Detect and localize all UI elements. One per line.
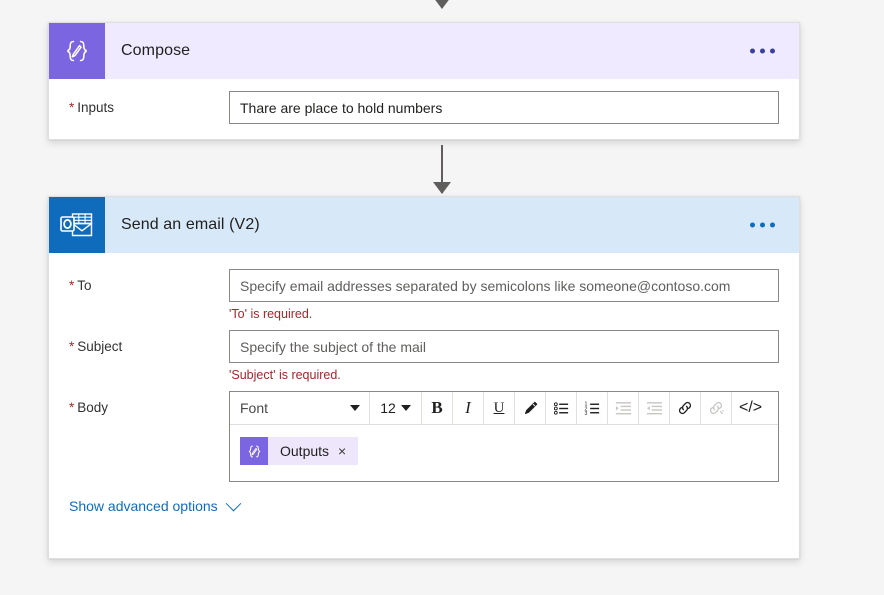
show-advanced-options-link[interactable]: Show advanced options — [69, 495, 241, 514]
email-to-label: * To — [69, 278, 92, 293]
email-body-label: * Body — [69, 400, 109, 415]
show-advanced-options-label: Show advanced options — [69, 498, 218, 514]
ellipsis-icon — [750, 48, 755, 54]
chevron-down-icon — [225, 495, 241, 511]
indent-increase-button — [608, 392, 639, 424]
compose-card-title: Compose — [121, 42, 191, 59]
unlink-icon — [709, 401, 724, 415]
send-email-action-card[interactable]: Send an email (V2) *To 'To' is required. — [48, 196, 800, 559]
ellipsis-icon — [770, 222, 775, 228]
ellipsis-icon — [770, 48, 775, 54]
compose-card-body: * Inputs — [49, 79, 799, 124]
caret-down-icon — [400, 405, 411, 411]
compose-inputs-field[interactable] — [229, 91, 779, 124]
send-email-card-menu-button[interactable] — [744, 215, 781, 236]
italic-button[interactable]: I — [453, 392, 484, 424]
link-icon — [678, 401, 692, 415]
compose-action-card[interactable]: Compose * Inputs — [48, 22, 800, 140]
highlighter-pen-icon — [524, 401, 537, 414]
send-email-card-header[interactable]: Send an email (V2) — [49, 197, 799, 253]
compose-braces-icon — [240, 437, 268, 465]
required-marker: * — [69, 400, 75, 415]
indent-decrease-icon — [646, 401, 662, 414]
ellipsis-icon — [750, 222, 755, 228]
bulleted-list-button[interactable] — [546, 392, 577, 424]
highlighter-pen-button[interactable] — [515, 392, 546, 424]
compose-inputs-row: * Inputs — [49, 91, 799, 124]
arrow-down-icon — [433, 0, 451, 9]
indent-increase-icon — [615, 401, 631, 414]
email-body-rich-text-editor[interactable]: Font 12 B I U 1 2 3 </> Outputs × — [229, 391, 779, 482]
bulleted-list-icon — [553, 401, 568, 415]
required-marker: * — [69, 100, 75, 115]
numbered-list-button[interactable]: 1 2 3 — [577, 392, 608, 424]
svg-text:3: 3 — [584, 411, 587, 417]
indent-decrease-button — [639, 392, 670, 424]
connector-arrow-top — [0, 0, 884, 9]
send-email-card-title: Send an email (V2) — [121, 216, 260, 233]
close-icon[interactable]: × — [336, 444, 358, 458]
ellipsis-icon — [760, 222, 765, 228]
caret-down-icon — [350, 405, 360, 411]
bold-button[interactable]: B — [422, 392, 453, 424]
rich-text-toolbar: Font 12 B I U 1 2 3 </> — [230, 392, 778, 425]
email-to-error: 'To' is required. — [229, 307, 313, 321]
email-to-row: *To 'To' is required. — [49, 269, 799, 322]
email-body-content-area[interactable]: Outputs × — [230, 425, 778, 481]
code-view-button[interactable]: </> — [732, 392, 769, 424]
email-subject-field[interactable] — [229, 330, 779, 363]
numbered-list-icon: 1 2 3 — [584, 401, 599, 417]
ellipsis-icon — [760, 48, 765, 54]
email-to-field[interactable] — [229, 269, 779, 302]
font-size-value: 12 — [380, 400, 396, 416]
token-label: Outputs — [280, 443, 330, 459]
compose-inputs-label: * Inputs — [69, 100, 115, 115]
outlook-icon — [49, 197, 105, 253]
font-family-dropdown[interactable]: Font — [230, 392, 370, 424]
send-email-card-body: *To 'To' is required. *Subject 'Subject'… — [49, 253, 799, 516]
compose-card-menu-button[interactable] — [744, 41, 781, 62]
required-marker: * — [69, 339, 75, 354]
font-size-dropdown[interactable]: 12 — [370, 392, 422, 424]
insert-link-button[interactable] — [670, 392, 701, 424]
underline-button[interactable]: U — [484, 392, 515, 424]
compose-card-header[interactable]: Compose — [49, 23, 799, 79]
connector-arrow-middle — [0, 145, 884, 194]
email-body-row: * Body Font 12 B I U 1 2 3 </> Outputs × — [49, 391, 799, 482]
dynamic-content-token-outputs[interactable]: Outputs × — [240, 437, 359, 465]
email-subject-label: * Subject — [69, 339, 123, 354]
flow-designer-canvas: Compose * Inputs Thare are place to hold… — [0, 0, 884, 595]
compose-braces-icon — [49, 23, 105, 79]
font-family-value: Font — [240, 400, 269, 416]
email-subject-error: 'Subject' is required. — [229, 368, 341, 382]
remove-link-button — [701, 392, 732, 424]
email-subject-row: *Subject 'Subject' is required. — [49, 330, 799, 383]
arrow-down-icon — [433, 182, 451, 194]
required-marker: * — [69, 278, 75, 293]
